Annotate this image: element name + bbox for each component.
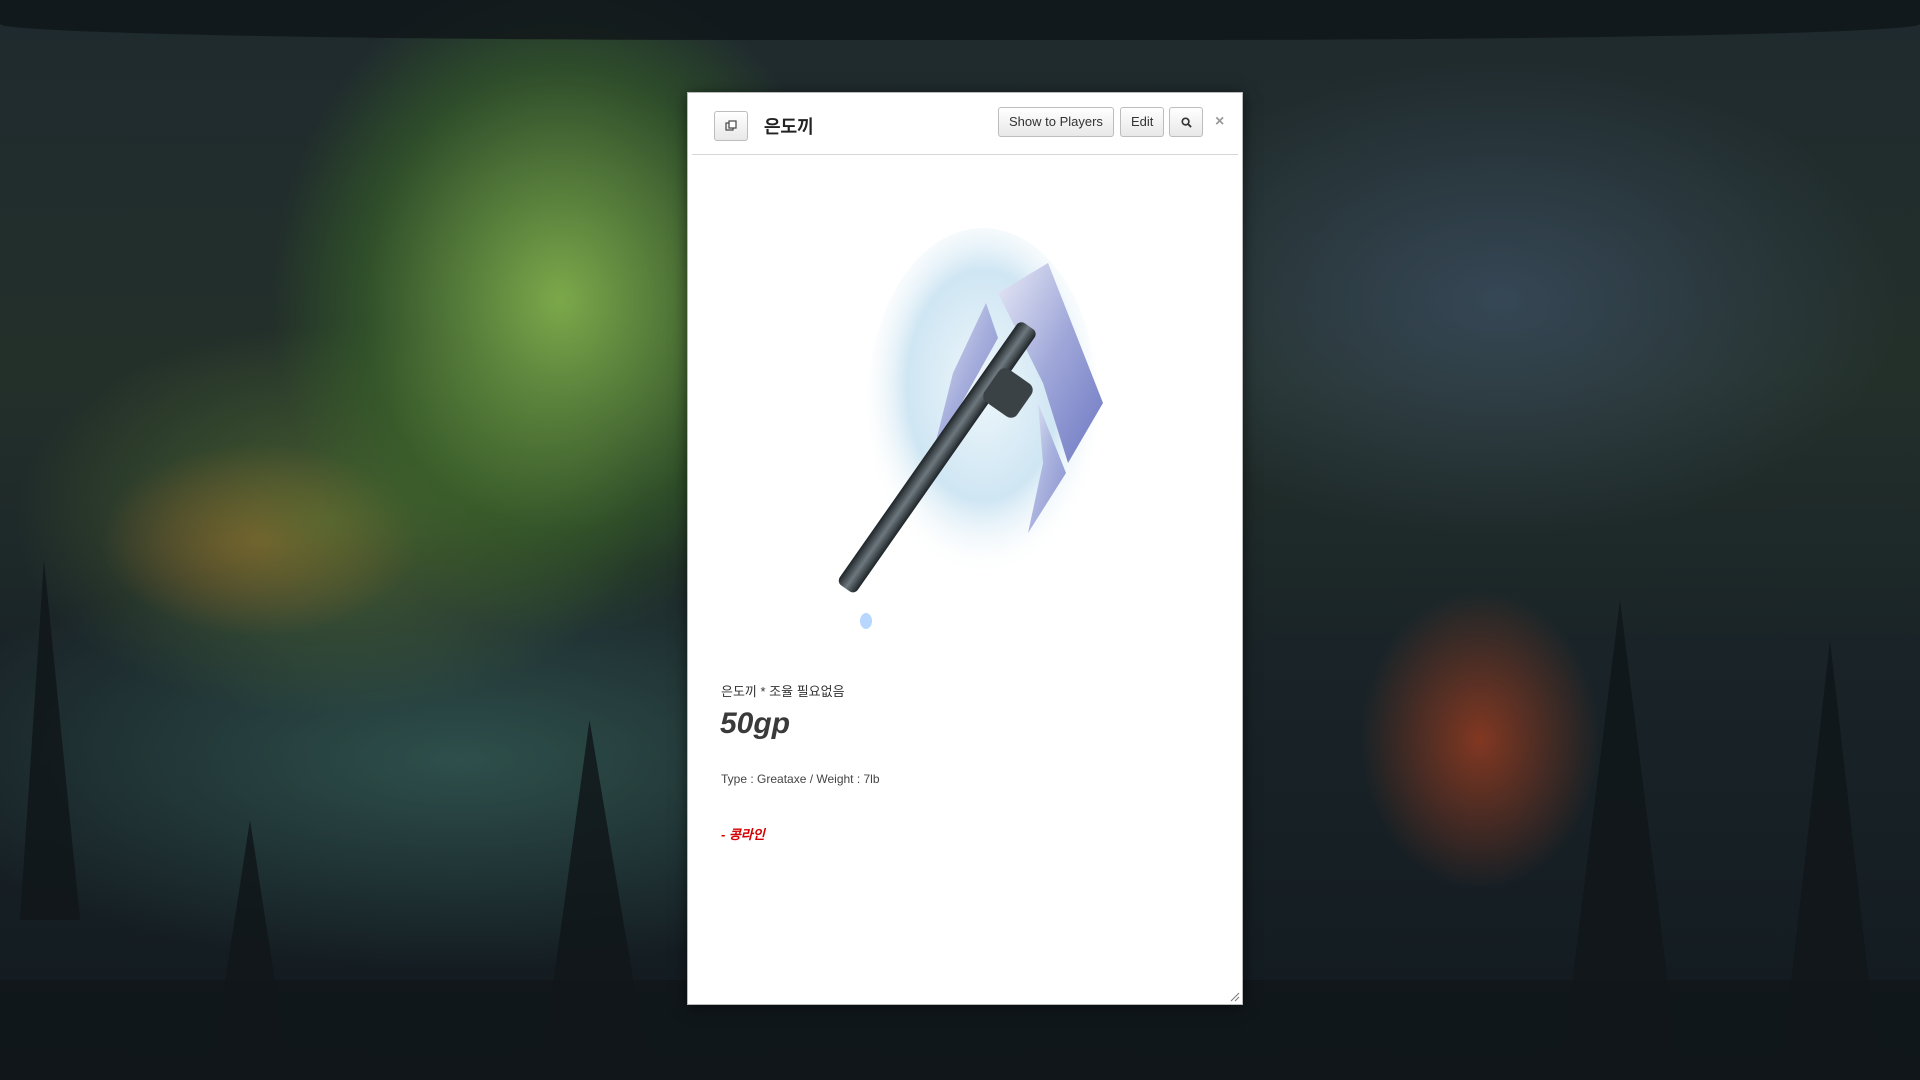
popout-icon — [725, 120, 737, 131]
item-subtitle: 은도끼 * 조율 필요없음 — [721, 684, 845, 699]
search-button[interactable] — [1169, 107, 1203, 137]
handout-title: 은도끼 — [764, 117, 814, 137]
close-button[interactable]: × — [1215, 113, 1224, 131]
stalagmite — [20, 560, 80, 920]
resize-handle-icon[interactable] — [1228, 990, 1240, 1002]
item-type-weight: Type : Greataxe / Weight : 7lb — [721, 772, 880, 786]
popout-button[interactable] — [714, 111, 748, 141]
dialog-titlebar[interactable]: 은도끼 Show to Players Edit × — [692, 93, 1238, 155]
handout-dialog: 은도끼 Show to Players Edit × 은도끼 * 조율 필요없음… — [687, 92, 1243, 1005]
show-to-players-button[interactable]: Show to Players — [998, 107, 1114, 137]
item-author: - 콩라인 — [721, 827, 765, 842]
search-icon — [1180, 117, 1192, 128]
edit-button[interactable]: Edit — [1120, 107, 1165, 137]
silver-greataxe-image — [838, 228, 1103, 629]
cave-ceiling — [0, 0, 1920, 40]
item-price: 50gp — [720, 707, 791, 740]
